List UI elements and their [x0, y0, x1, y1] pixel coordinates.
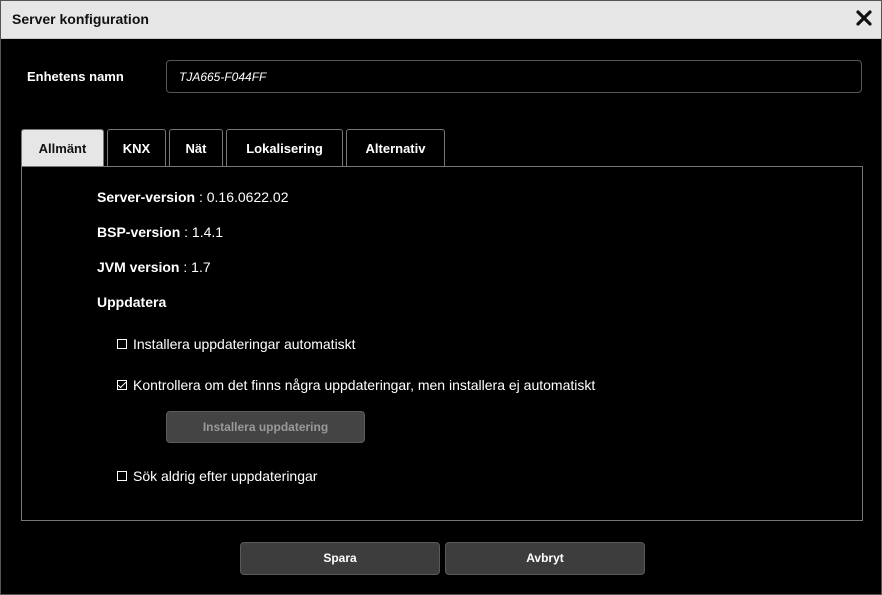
option-auto-install[interactable]: Installera uppdateringar automatiskt — [117, 336, 356, 352]
option-never-check[interactable]: Sök aldrig efter uppdateringar — [117, 468, 317, 484]
server-version-value: : 0.16.0622.02 — [195, 189, 289, 205]
jvm-version-label: JVM version — [97, 259, 180, 275]
option-check-only[interactable]: Kontrollera om det finns några uppdateri… — [117, 377, 595, 393]
close-icon[interactable] — [853, 7, 875, 29]
server-version-row: Server-version : 0.16.0622.02 — [97, 189, 288, 205]
dialog-title: Server konfiguration — [12, 11, 149, 27]
server-version-label: Server-version — [97, 189, 196, 205]
never-check-checkbox[interactable] — [117, 471, 127, 481]
tab-knx[interactable]: KNX — [107, 129, 166, 166]
bsp-version-value: : 1.4.1 — [180, 224, 224, 240]
general-panel: Server-version : 0.16.0622.02 BSP-versio… — [21, 166, 863, 521]
server-config-dialog: Server konfiguration Enhetens namn Allmä… — [0, 0, 882, 595]
title-bar: Server konfiguration — [1, 1, 881, 39]
auto-install-label: Installera uppdateringar automatiskt — [133, 336, 356, 352]
tab-allmant[interactable]: Allmänt — [21, 129, 104, 167]
check-only-label: Kontrollera om det finns några uppdateri… — [133, 377, 596, 393]
tab-nat[interactable]: Nät — [169, 129, 223, 166]
tab-lokalisering[interactable]: Lokalisering — [226, 129, 343, 166]
device-name-label: Enhetens namn — [27, 69, 124, 84]
jvm-version-row: JVM version : 1.7 — [97, 259, 211, 275]
save-button[interactable]: Spara — [240, 542, 440, 575]
jvm-version-value: : 1.7 — [179, 259, 211, 275]
auto-install-checkbox[interactable] — [117, 339, 127, 349]
check-only-checkbox[interactable] — [117, 380, 127, 390]
update-heading: Uppdatera — [97, 294, 167, 310]
device-name-input[interactable] — [166, 60, 862, 93]
bsp-version-row: BSP-version : 1.4.1 — [97, 224, 223, 240]
bsp-version-label: BSP-version — [97, 224, 181, 240]
never-check-label: Sök aldrig efter uppdateringar — [133, 468, 318, 484]
tab-alternativ[interactable]: Alternativ — [346, 129, 445, 166]
install-update-button: Installera uppdatering — [166, 411, 365, 443]
cancel-button[interactable]: Avbryt — [445, 542, 645, 575]
